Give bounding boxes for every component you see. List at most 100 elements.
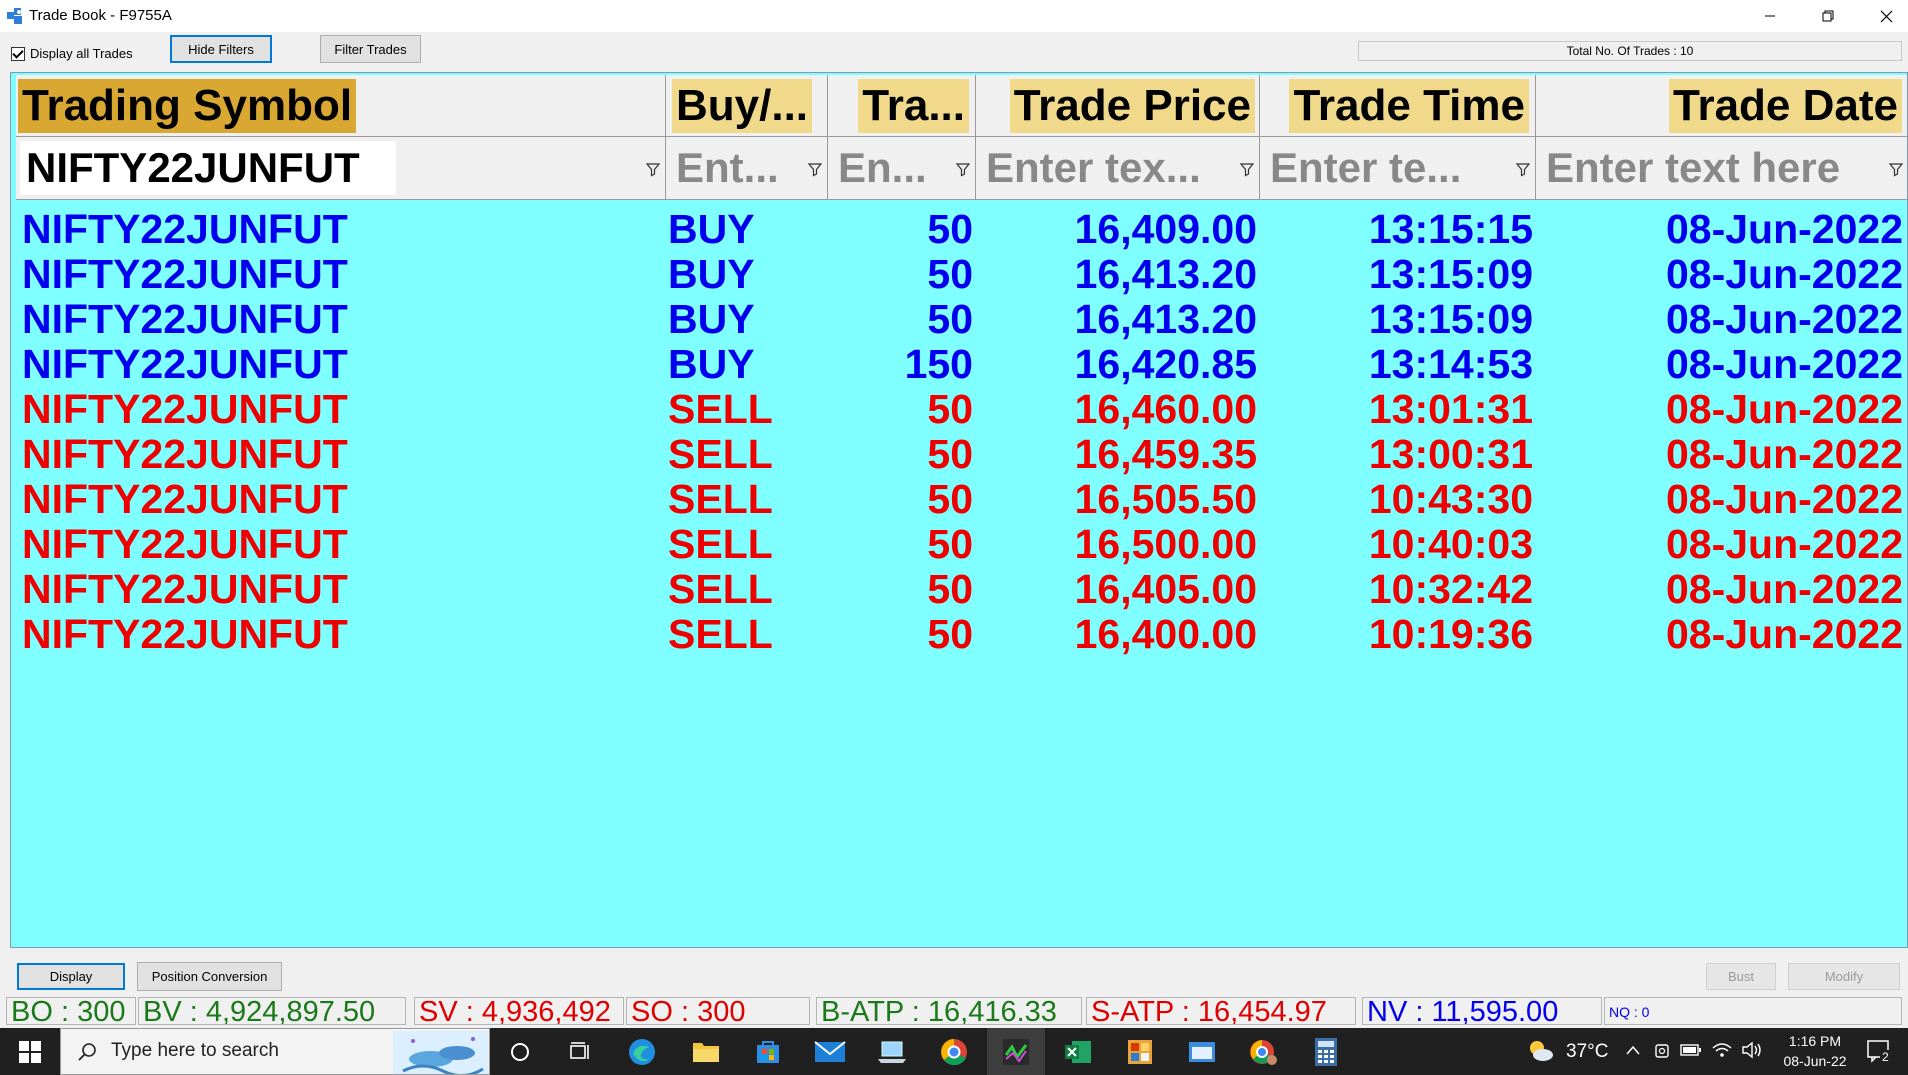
minimize-icon <box>1765 15 1775 17</box>
filter-input-trade-price[interactable]: Enter tex... <box>980 141 1207 195</box>
taskbar-laptop-app[interactable] <box>874 1034 910 1070</box>
column-header-trade-qty[interactable]: Tra... <box>828 75 976 137</box>
task-view-button[interactable] <box>562 1034 598 1070</box>
cell-symbol: NIFTY22JUNFUT <box>22 341 348 387</box>
cell-symbol: NIFTY22JUNFUT <box>22 611 348 657</box>
clock-date[interactable]: 08-Jun-22 <box>1776 1053 1854 1069</box>
column-header-label: Trade Price <box>1009 79 1255 133</box>
bust-button[interactable]: Bust <box>1706 963 1776 990</box>
restore-button[interactable] <box>1800 0 1856 32</box>
meet-now-icon[interactable] <box>1653 1041 1671 1061</box>
hide-filters-button[interactable]: Hide Filters <box>170 35 272 63</box>
dolphin-search-art-icon <box>393 1031 488 1074</box>
cell-symbol: NIFTY22JUNFUT <box>22 206 348 252</box>
column-header-trade-date[interactable]: Trade Date <box>1536 75 1907 137</box>
filter-funnel-icon[interactable] <box>1239 161 1255 177</box>
taskbar-file-explorer[interactable] <box>688 1034 724 1070</box>
table-row[interactable]: NIFTY22JUNFUT BUY 50 16,409.00 13:15:15 … <box>16 206 1907 252</box>
windows-start-icon <box>19 1040 41 1063</box>
filter-input-trade-time[interactable]: Enter te... <box>1264 141 1467 195</box>
weather-cloud-sun-icon[interactable] <box>1527 1038 1555 1064</box>
filter-input-trade-qty[interactable]: En... <box>832 141 933 195</box>
column-header-trade-time[interactable]: Trade Time <box>1260 75 1536 137</box>
filter-input-trading-symbol[interactable]: NIFTY22JUNFUT <box>20 141 396 195</box>
taskbar-excel[interactable] <box>1060 1034 1096 1070</box>
cell-date: 08-Jun-2022 <box>1665 296 1903 342</box>
volume-icon[interactable] <box>1741 1041 1763 1059</box>
trading-app-icon <box>1003 1039 1029 1065</box>
table-row[interactable]: NIFTY22JUNFUT SELL 50 16,460.00 13:01:31… <box>16 387 1907 432</box>
taskbar-edge[interactable] <box>624 1034 660 1070</box>
cell-qty: 50 <box>927 476 973 522</box>
cell-side: BUY <box>668 296 755 342</box>
column-header-trade-price[interactable]: Trade Price <box>976 75 1260 137</box>
taskbar-window-app[interactable] <box>1184 1034 1220 1070</box>
close-button[interactable] <box>1858 0 1908 32</box>
cell-time: 10:19:36 <box>1368 611 1533 657</box>
filter-cell-trade-price: Enter tex... <box>976 137 1260 199</box>
weather-temperature[interactable]: 37°C <box>1566 1041 1608 1063</box>
table-row[interactable]: NIFTY22JUNFUT SELL 50 16,505.50 10:43:30… <box>16 476 1907 522</box>
cell-symbol: NIFTY22JUNFUT <box>22 296 348 342</box>
cell-qty: 50 <box>927 431 973 477</box>
cell-price: 16,400.00 <box>1074 611 1257 657</box>
display-all-trades-checkbox[interactable]: Display all Trades <box>11 46 133 61</box>
table-row[interactable]: NIFTY22JUNFUT BUY 150 16,420.85 13:14:53… <box>16 341 1907 387</box>
taskbar-chrome-profile[interactable] <box>1246 1034 1282 1070</box>
position-conversion-button[interactable]: Position Conversion <box>137 962 282 991</box>
checkbox-checked-icon[interactable] <box>11 46 25 61</box>
display-all-trades-label: Display all Trades <box>30 46 133 61</box>
filter-cell-buy-sell: Ent... <box>666 137 828 199</box>
taskbar-office-app[interactable] <box>1122 1034 1158 1070</box>
filter-trades-button[interactable]: Filter Trades <box>320 35 421 63</box>
display-button[interactable]: Display <box>17 963 125 990</box>
cell-price: 16,413.20 <box>1074 296 1257 342</box>
chevron-up-icon[interactable] <box>1626 1045 1640 1055</box>
table-row[interactable]: NIFTY22JUNFUT BUY 50 16,413.20 13:15:09 … <box>16 296 1907 342</box>
cortana-button[interactable] <box>502 1034 538 1070</box>
close-icon <box>1880 10 1892 22</box>
filter-funnel-icon[interactable] <box>955 161 971 177</box>
filter-funnel-icon[interactable] <box>807 161 823 177</box>
battery-icon[interactable] <box>1680 1043 1702 1057</box>
table-row[interactable]: NIFTY22JUNFUT SELL 50 16,400.00 10:19:36… <box>16 611 1907 657</box>
stat-buy-orders: BO : 300 <box>6 997 136 1025</box>
table-row[interactable]: NIFTY22JUNFUT SELL 50 16,500.00 10:40:03… <box>16 521 1907 567</box>
column-header-buy-sell[interactable]: Buy/... <box>666 75 828 137</box>
search-icon <box>78 1043 96 1061</box>
taskbar-chrome[interactable] <box>936 1034 972 1070</box>
filter-funnel-icon[interactable] <box>1888 161 1904 177</box>
store-icon <box>757 1041 779 1063</box>
table-row[interactable]: NIFTY22JUNFUT SELL 50 16,459.35 13:00:31… <box>16 431 1907 477</box>
title-bar: Trade Book - F9755A <box>0 0 1908 32</box>
taskbar-calculator[interactable] <box>1308 1034 1344 1070</box>
task-view-icon <box>570 1042 589 1059</box>
cell-price: 16,413.20 <box>1074 251 1257 297</box>
column-header-trading-symbol[interactable]: Trading Symbol <box>16 75 666 137</box>
taskbar-trading-app[interactable] <box>998 1034 1034 1070</box>
stat-sell-orders: SO : 300 <box>626 997 810 1025</box>
taskbar-mail[interactable] <box>812 1034 848 1070</box>
taskbar-search-box[interactable]: Type here to search <box>60 1028 490 1075</box>
modify-button[interactable]: Modify <box>1788 963 1900 990</box>
cell-side: SELL <box>668 521 773 567</box>
taskbar-store[interactable] <box>750 1034 786 1070</box>
cell-qty: 150 <box>904 341 973 387</box>
cell-time: 13:15:09 <box>1368 251 1533 297</box>
cell-side: BUY <box>668 206 755 252</box>
filter-funnel-icon[interactable] <box>645 161 661 177</box>
clock-time[interactable]: 1:16 PM <box>1781 1033 1849 1049</box>
start-button[interactable] <box>0 1028 60 1075</box>
minimize-button[interactable] <box>1742 0 1798 32</box>
table-row[interactable]: NIFTY22JUNFUT BUY 50 16,413.20 13:15:09 … <box>16 251 1907 297</box>
filter-input-buy-sell[interactable]: Ent... <box>670 141 785 195</box>
cell-price: 16,505.50 <box>1074 476 1257 522</box>
cell-date: 08-Jun-2022 <box>1665 521 1903 567</box>
wifi-icon[interactable] <box>1711 1041 1733 1059</box>
chrome-profile-icon <box>1250 1040 1277 1065</box>
cortana-icon <box>511 1043 529 1061</box>
filter-input-trade-date[interactable]: Enter text here <box>1540 141 1846 195</box>
stat-sell-avg-price: S-ATP : 16,454.97 <box>1086 997 1356 1025</box>
filter-funnel-icon[interactable] <box>1515 161 1531 177</box>
table-row[interactable]: NIFTY22JUNFUT SELL 50 16,405.00 10:32:42… <box>16 567 1907 612</box>
